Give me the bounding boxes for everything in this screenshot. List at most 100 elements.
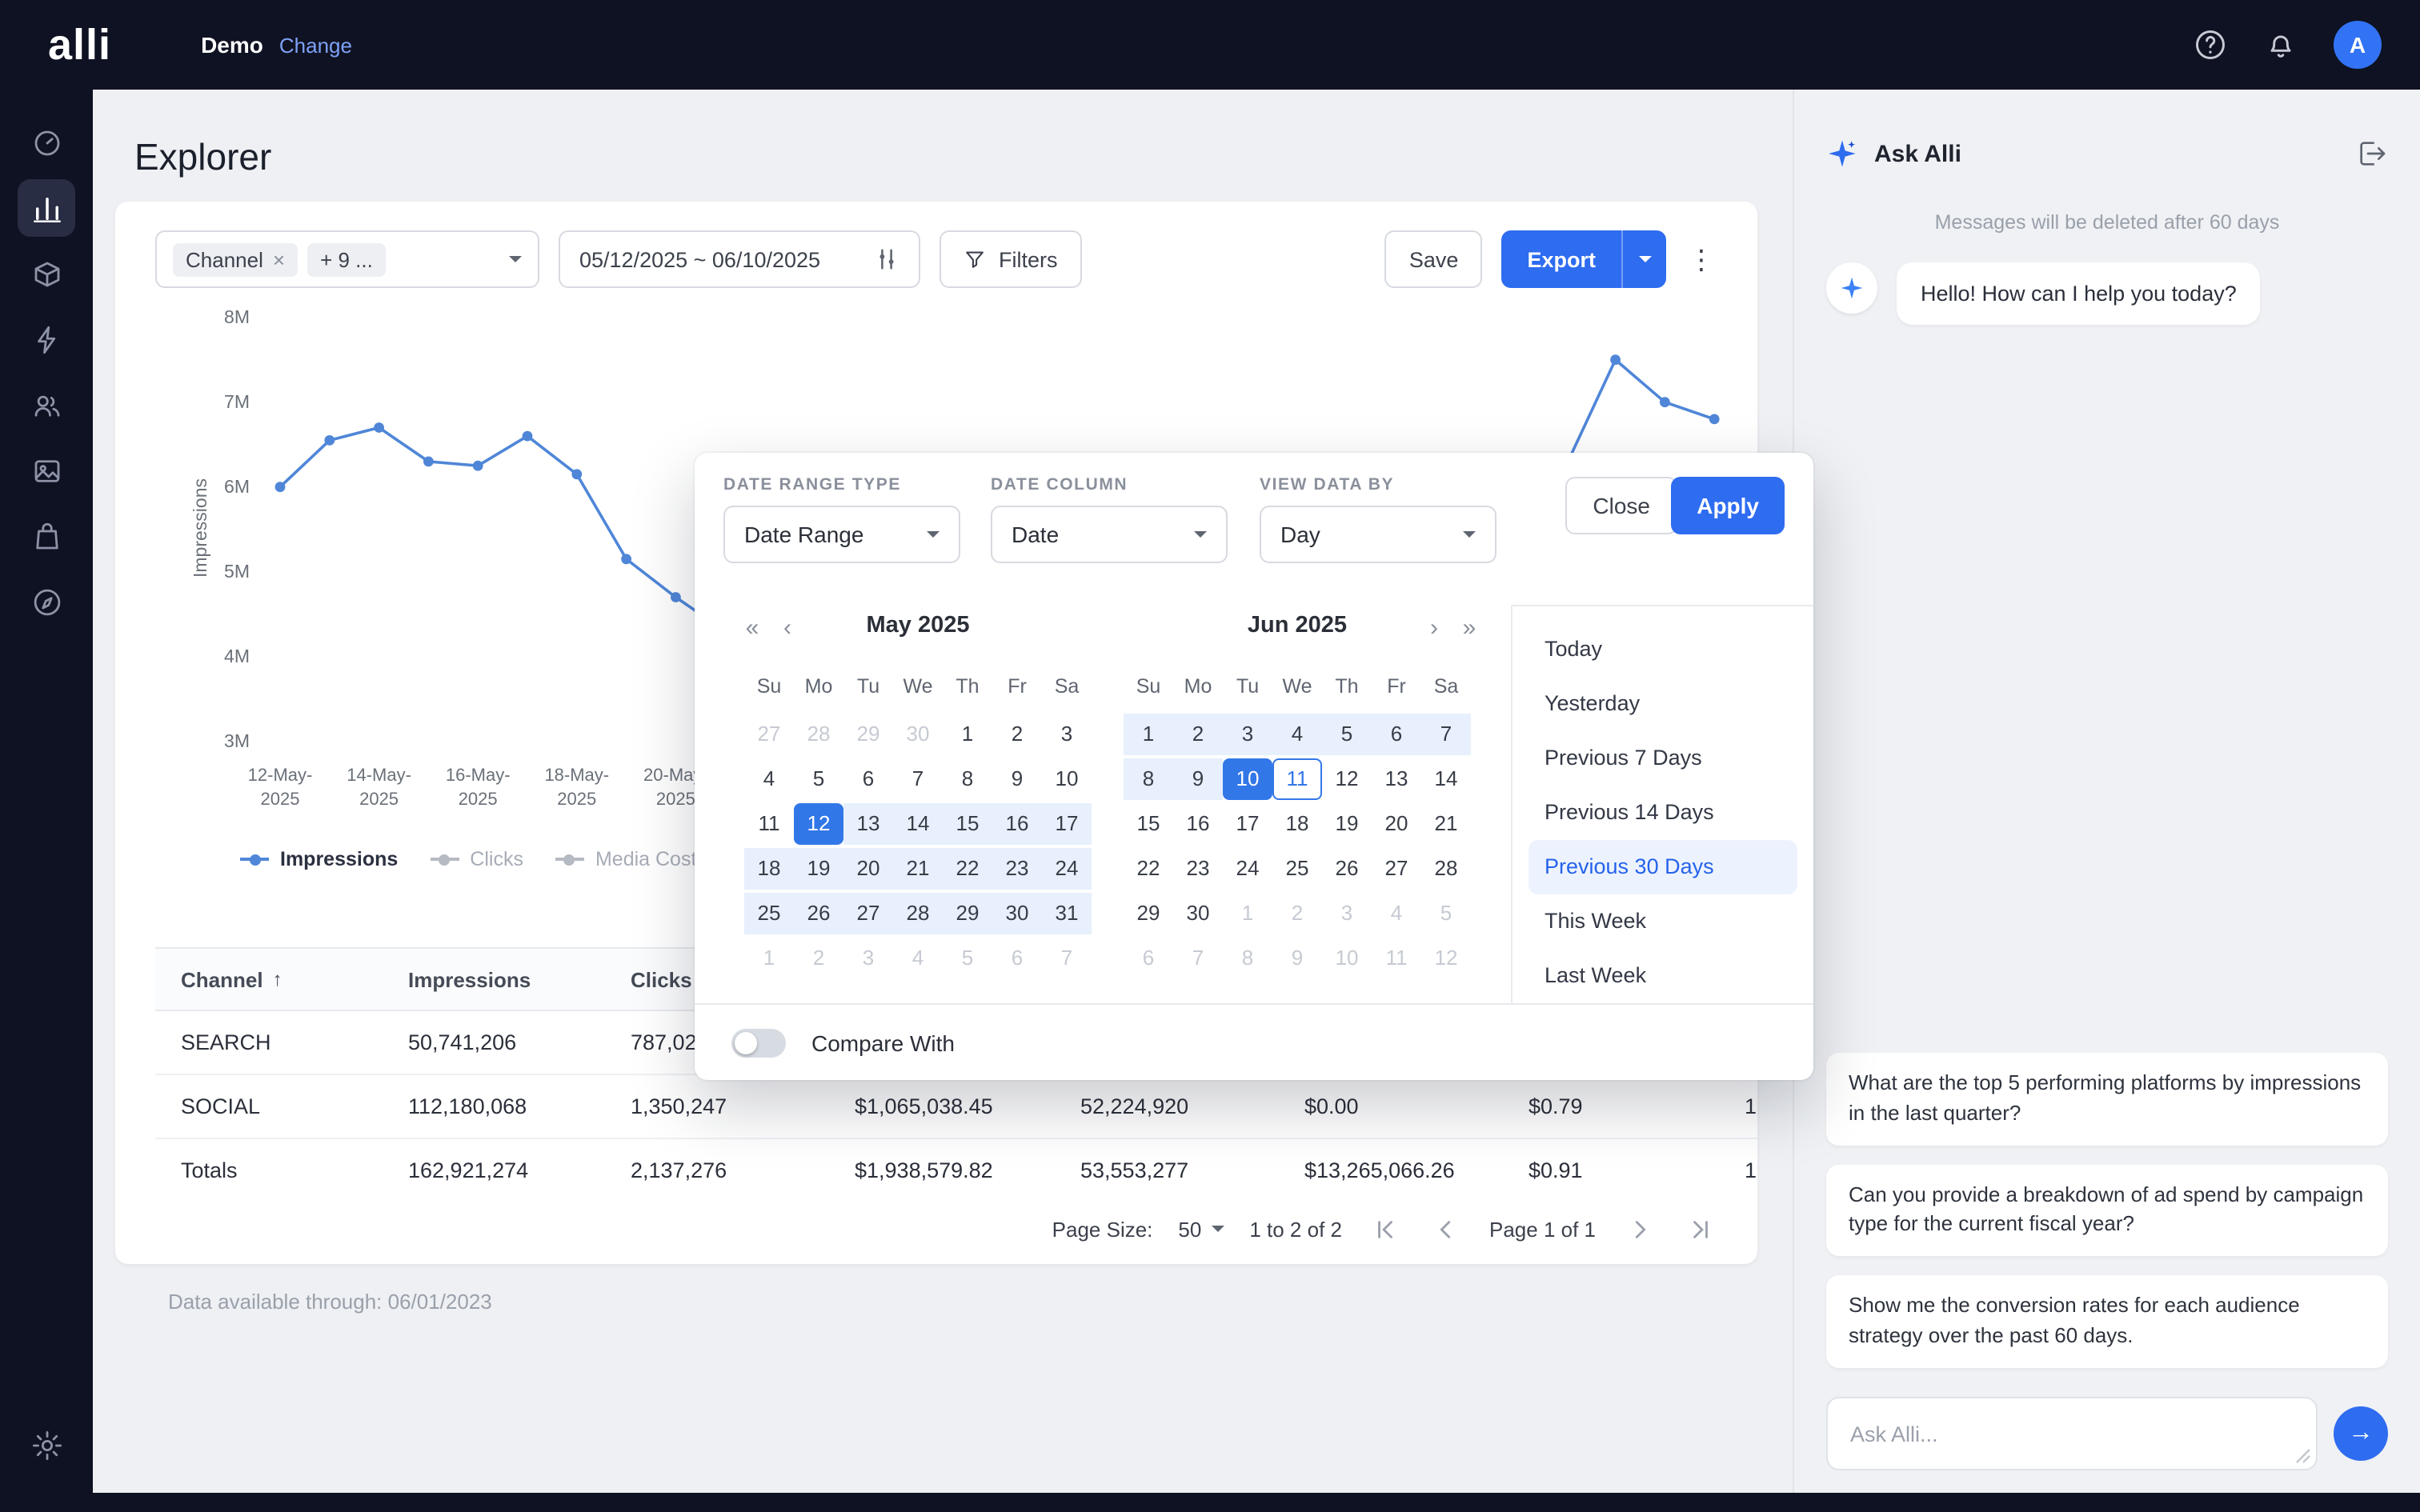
preset-previous-14-days[interactable]: Previous 14 Days (1529, 786, 1797, 840)
calendar-day[interactable]: 4 (893, 938, 943, 979)
date-range-type-select[interactable]: Date Range (723, 506, 960, 563)
calendar-day[interactable]: 19 (794, 848, 843, 890)
open-panel-icon[interactable] (2356, 138, 2388, 170)
calendar-day[interactable]: 9 (992, 758, 1042, 800)
calendar-day[interactable]: 10 (1322, 938, 1372, 979)
calendar-day[interactable]: 29 (843, 714, 893, 755)
calendar-day[interactable]: 13 (843, 803, 893, 845)
calendar-day[interactable]: 27 (843, 893, 893, 934)
calendar-day[interactable]: 6 (992, 938, 1042, 979)
preset-today[interactable]: Today (1529, 622, 1797, 677)
calendar-day[interactable]: 25 (744, 893, 794, 934)
calendar-day[interactable]: 2 (992, 714, 1042, 755)
app-logo[interactable]: alli (48, 20, 111, 70)
calendar-day[interactable]: 30 (893, 714, 943, 755)
preset-previous-7-days[interactable]: Previous 7 Days (1529, 731, 1797, 786)
calendar-day[interactable]: 14 (893, 803, 943, 845)
calendar-day[interactable]: 4 (1272, 714, 1322, 755)
calendar-day[interactable]: 15 (943, 803, 992, 845)
first-page-button[interactable] (1368, 1211, 1403, 1246)
calendar-day[interactable]: 11 (1272, 758, 1322, 800)
calendar-day[interactable]: 26 (794, 893, 843, 934)
calendar-day[interactable]: 7 (1421, 714, 1471, 755)
calendar-day[interactable]: 3 (1042, 714, 1092, 755)
date-column-select[interactable]: Date (991, 506, 1228, 563)
calendar-day[interactable]: 20 (843, 848, 893, 890)
calendar-day[interactable]: 29 (943, 893, 992, 934)
sidebar-item-discover[interactable] (18, 573, 75, 630)
apply-button[interactable]: Apply (1671, 477, 1785, 534)
calendar-day[interactable]: 7 (893, 758, 943, 800)
chat-scroll-area[interactable] (1826, 325, 2388, 1034)
help-icon[interactable] (2193, 27, 2228, 62)
calendar-day[interactable]: 1 (744, 938, 794, 979)
calendar-day[interactable]: 28 (794, 714, 843, 755)
suggestion-card[interactable]: Can you provide a breakdown of ad spend … (1826, 1164, 2388, 1256)
calendar-day[interactable]: 16 (1173, 803, 1223, 845)
calendar-day[interactable]: 21 (1421, 803, 1471, 845)
notifications-bell-icon[interactable] (2263, 27, 2298, 62)
preset-last-week[interactable]: Last Week (1529, 949, 1797, 1003)
view-data-by-select[interactable]: Day (1260, 506, 1496, 563)
calendar-day[interactable]: 28 (893, 893, 943, 934)
sidebar-item-creative[interactable] (18, 442, 75, 499)
date-range-control[interactable]: 05/12/2025 ~ 06/10/2025 (559, 230, 920, 288)
calendar-day[interactable]: 7 (1042, 938, 1092, 979)
calendar-day[interactable]: 8 (1124, 758, 1173, 800)
calendar-day[interactable]: 5 (1322, 714, 1372, 755)
calendar-day[interactable]: 9 (1173, 758, 1223, 800)
calendar-day[interactable]: 11 (1372, 938, 1421, 979)
compare-with-toggle[interactable] (731, 1028, 786, 1057)
calendar-day[interactable]: 3 (1322, 893, 1372, 934)
calendar-day[interactable]: 27 (744, 714, 794, 755)
calendar-day[interactable]: 2 (794, 938, 843, 979)
calendar-day[interactable]: 22 (943, 848, 992, 890)
calendar-day[interactable]: 21 (893, 848, 943, 890)
calendar-day[interactable]: 28 (1421, 848, 1471, 890)
calendar-day[interactable]: 24 (1223, 848, 1272, 890)
calendar-day[interactable]: 23 (1173, 848, 1223, 890)
calendar-day[interactable]: 12 (1421, 938, 1471, 979)
page-size-select[interactable]: 50 (1178, 1217, 1224, 1241)
calendar-day[interactable]: 3 (843, 938, 893, 979)
calendar-day[interactable]: 15 (1124, 803, 1173, 845)
calendar-day[interactable]: 30 (1173, 893, 1223, 934)
workspace-change-link[interactable]: Change (279, 34, 352, 58)
calendar-day[interactable]: 12 (794, 803, 843, 845)
more-dimensions-chip[interactable]: + 9 ... (307, 242, 386, 276)
last-page-button[interactable] (1682, 1211, 1717, 1246)
next-month-button[interactable]: › (1418, 611, 1450, 643)
suggestion-card[interactable]: Show me the conversion rates for each au… (1826, 1276, 2388, 1368)
calendar-day[interactable]: 10 (1042, 758, 1092, 800)
remove-chip-icon[interactable]: × (273, 247, 285, 271)
calendar-day[interactable]: 8 (943, 758, 992, 800)
filters-button[interactable]: Filters (940, 230, 1082, 288)
calendar-day[interactable]: 26 (1322, 848, 1372, 890)
next-page-button[interactable] (1621, 1211, 1657, 1246)
calendar-day[interactable]: 7 (1173, 938, 1223, 979)
calendar-day[interactable]: 16 (992, 803, 1042, 845)
calendar-day[interactable]: 1 (1223, 893, 1272, 934)
legend-item-clicks[interactable]: Clicks (430, 848, 523, 870)
legend-item-impressions[interactable]: Impressions (240, 848, 398, 870)
user-avatar[interactable]: A (2334, 21, 2382, 69)
close-button[interactable]: Close (1565, 477, 1677, 534)
calendar-day[interactable]: 14 (1421, 758, 1471, 800)
calendar-day[interactable]: 23 (992, 848, 1042, 890)
sidebar-item-audiences[interactable] (18, 376, 75, 434)
calendar-day[interactable]: 6 (1372, 714, 1421, 755)
export-dropdown-button[interactable] (1621, 230, 1666, 288)
table-header-impressions[interactable]: Impressions (383, 967, 605, 991)
calendar-day[interactable]: 1 (1124, 714, 1173, 755)
legend-item-media-cost[interactable]: Media Cost (555, 848, 696, 870)
calendar-day[interactable]: 2 (1272, 893, 1322, 934)
calendar-day[interactable]: 20 (1372, 803, 1421, 845)
calendar-day[interactable]: 2 (1173, 714, 1223, 755)
sidebar-item-projects[interactable] (18, 245, 75, 302)
calendar-day[interactable]: 25 (1272, 848, 1322, 890)
calendar-day[interactable]: 19 (1322, 803, 1372, 845)
sidebar-item-dashboard[interactable] (18, 114, 75, 171)
calendar-day[interactable]: 17 (1042, 803, 1092, 845)
preset-this-week[interactable]: This Week (1529, 894, 1797, 949)
sidebar-item-explorer[interactable] (18, 179, 75, 237)
